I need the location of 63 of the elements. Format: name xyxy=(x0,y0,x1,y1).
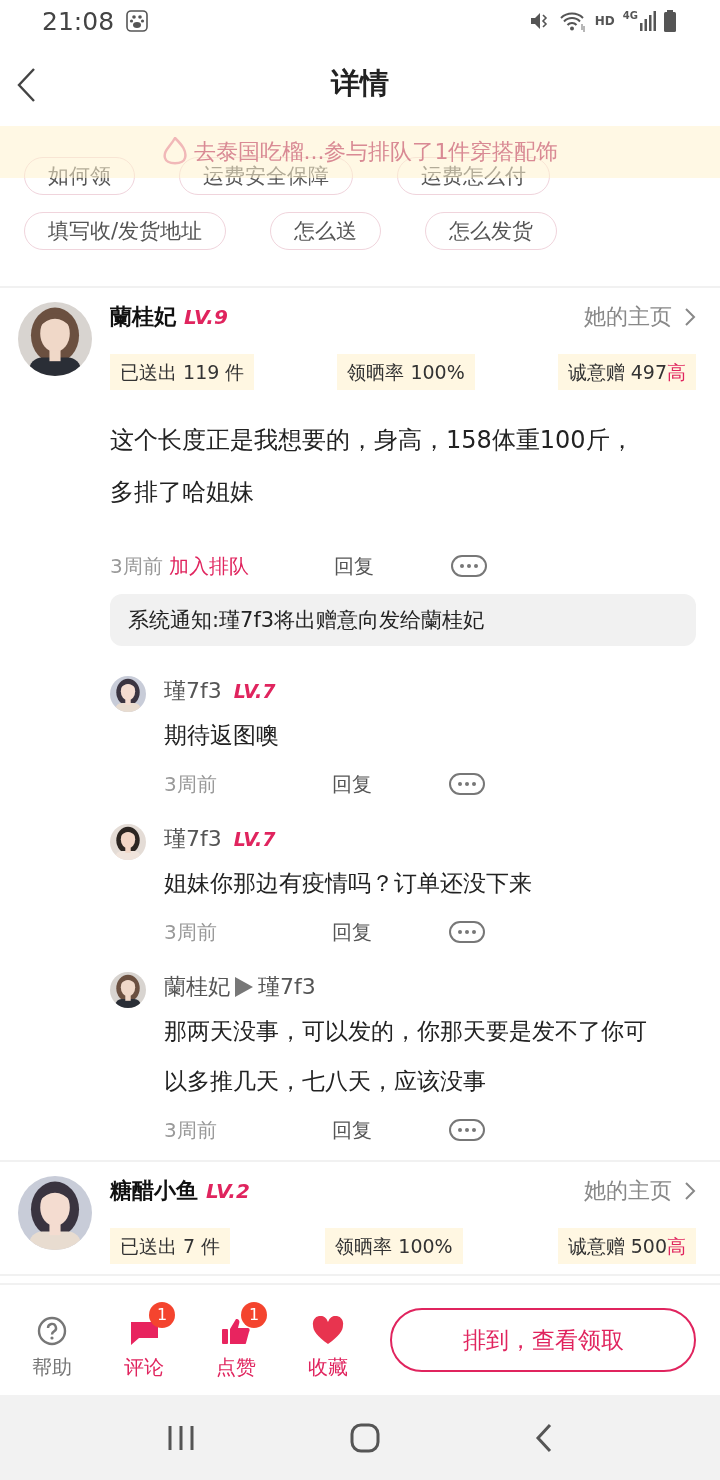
user-name[interactable]: 瑾7f3 xyxy=(164,824,222,854)
time-text: 3周前 xyxy=(110,552,163,580)
user-name[interactable]: 蘭桂妃 xyxy=(164,972,230,1002)
heart-icon xyxy=(312,1315,344,1346)
user-name[interactable]: 糖醋小鱼 xyxy=(110,1176,198,1206)
reply-button[interactable]: 回复 xyxy=(334,552,374,580)
recent-apps-button[interactable] xyxy=(167,1424,196,1451)
chevron-right-icon xyxy=(684,1181,696,1201)
level-label: LV.9 xyxy=(184,305,228,329)
stat-tag: 诚意赠 497高 xyxy=(557,354,696,390)
play-arrow-icon xyxy=(234,976,254,998)
reply-text: 姐妹你那边有疫情吗？订单还没下来 xyxy=(164,869,533,898)
reply-button[interactable]: 回复 xyxy=(332,770,372,798)
help-icon xyxy=(37,1315,67,1346)
stat-tag: 领晒率 100% xyxy=(337,354,475,390)
signal-icon xyxy=(640,11,656,31)
more-button[interactable] xyxy=(449,773,485,795)
more-button[interactable] xyxy=(449,921,485,943)
join-queue-link[interactable]: 加入排队 xyxy=(168,552,249,580)
time-text: 3周前 xyxy=(164,918,218,946)
time-text: 3周前 xyxy=(164,1116,218,1144)
more-button[interactable] xyxy=(449,1119,485,1141)
more-button[interactable] xyxy=(451,555,487,577)
network-text: 4G xyxy=(622,10,638,21)
level-label: LV.2 xyxy=(206,1179,250,1203)
reply-button[interactable]: 回复 xyxy=(332,918,372,946)
stat-tag: 已送出 119 件 xyxy=(110,354,255,390)
question-chip[interactable]: 填写收/发货地址 xyxy=(24,212,227,250)
comment-text: 这个长度正是我想要的，身高，158体重100斤，多排了哈姐妹 xyxy=(110,425,635,508)
paw-icon xyxy=(126,10,149,32)
toolbar-item[interactable]: 1 点赞 xyxy=(190,1299,282,1381)
stat-tag: 已送出 7 件 xyxy=(110,1228,231,1264)
wifi-icon xyxy=(558,10,587,32)
home-button[interactable] xyxy=(350,1422,380,1453)
count-badge: 1 xyxy=(149,1301,175,1328)
claim-button[interactable]: 排到，查看领取 xyxy=(390,1308,696,1372)
question-chip[interactable]: 怎么送 xyxy=(270,212,382,250)
battery-icon xyxy=(664,10,676,32)
profile-link[interactable]: 她的主页 xyxy=(584,302,672,332)
reply-text: 那两天没事，可以发的，你那天要是发不了你可以多推几天，七八天，应该没事 xyxy=(164,1017,648,1096)
page-title: 详情 xyxy=(331,65,389,102)
count-badge: 1 xyxy=(241,1301,267,1328)
stat-tag: 领晒率 100% xyxy=(325,1228,463,1264)
reply-text: 期待返图噢 xyxy=(164,721,280,750)
toolbar-item[interactable]: 收藏 xyxy=(282,1299,374,1381)
user-name[interactable]: 蘭桂妃 xyxy=(110,302,176,332)
chevron-right-icon xyxy=(684,307,696,327)
back-nav-button[interactable] xyxy=(534,1422,553,1453)
stat-tag: 诚意赠 500高 xyxy=(557,1228,696,1264)
question-chip[interactable]: 怎么发货 xyxy=(425,212,558,250)
clock-text: 21:08 xyxy=(42,6,115,36)
user-name[interactable]: 瑾7f3 xyxy=(258,972,316,1002)
time-text: 3周前 xyxy=(164,770,218,798)
user-name[interactable]: 瑾7f3 xyxy=(164,676,222,706)
reply-button[interactable]: 回复 xyxy=(332,1116,372,1144)
system-notice: 系统通知:瑾7f3将出赠意向发给蘭桂妃 xyxy=(110,594,696,646)
toolbar-item[interactable]: 帮助 xyxy=(6,1299,98,1381)
level-label: LV.7 xyxy=(233,680,276,702)
toolbar-item[interactable]: 1 评论 xyxy=(98,1299,190,1381)
level-label: LV.7 xyxy=(233,828,276,850)
hd-text: HD xyxy=(594,14,615,28)
chevron-left-icon xyxy=(534,1422,553,1453)
profile-link[interactable]: 她的主页 xyxy=(584,1176,672,1206)
